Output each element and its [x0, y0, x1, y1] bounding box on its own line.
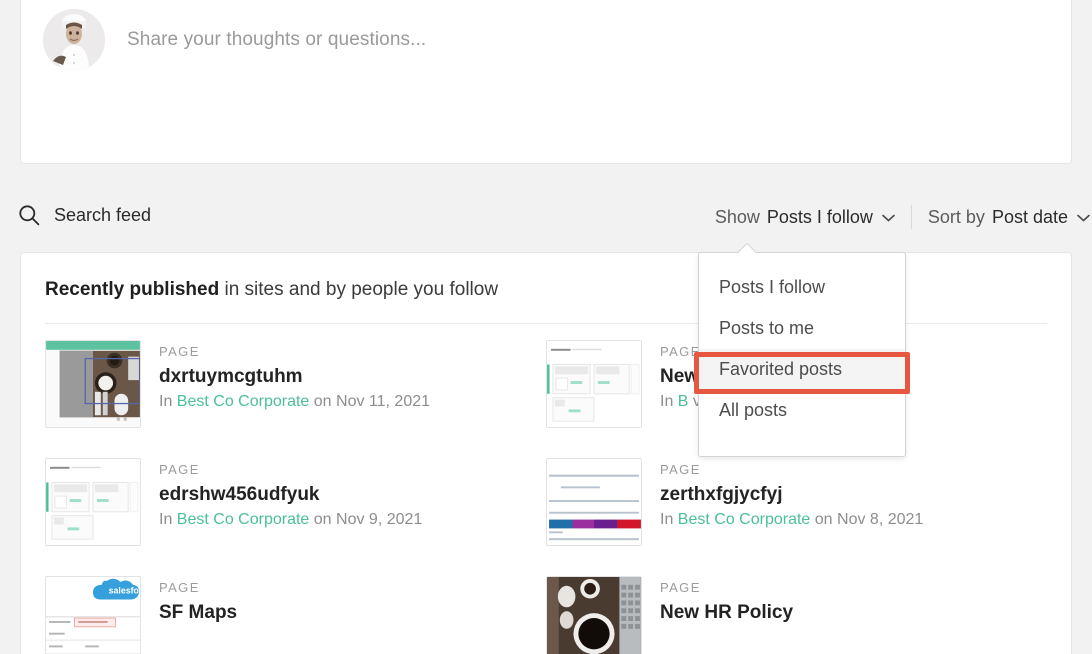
feed-item-kicker: PAGE: [159, 580, 200, 595]
feed-item-meta: In Best Co Corporate on Nov 11, 2021: [159, 393, 430, 411]
show-filter-dropdown[interactable]: Posts I follow Posts to me Favorited pos…: [698, 252, 906, 457]
feed-item-text: PAGE New HR Policy: [660, 576, 793, 629]
feed-item[interactable]: salesfor PAGE SF Maps: [45, 560, 546, 654]
chevron-down-icon[interactable]: [1077, 214, 1090, 222]
chevron-down-icon[interactable]: [882, 214, 895, 222]
feed-item-meta: In Best Co Corporate on Nov 9, 2021: [159, 511, 422, 529]
dropdown-item-posts-to-me[interactable]: Posts to me: [699, 308, 905, 349]
show-filter[interactable]: Show Posts I follow: [715, 207, 895, 228]
feed-item-meta: In Best Co Corporate on Nov 8, 2021: [660, 511, 923, 529]
feed-item-site-link[interactable]: Best Co Corporate: [177, 511, 310, 528]
coffee-desk-page-thumb[interactable]: [45, 340, 141, 428]
feed-item-meta-prefix: In: [660, 511, 674, 528]
wireframe-page-thumb[interactable]: [546, 340, 642, 428]
feed-toolbar: Search feed Show Posts I follow Sort by …: [0, 200, 1092, 242]
sort-filter[interactable]: Sort by Post date: [928, 207, 1090, 228]
feed-item-kicker: PAGE: [660, 462, 701, 477]
salesforce-page-thumb[interactable]: salesfor: [45, 576, 141, 654]
search-feed-control[interactable]: Search feed: [18, 204, 151, 226]
feed-item-title[interactable]: zerthxfgjycfyj: [660, 484, 923, 506]
feed-item-kicker: PAGE: [159, 462, 200, 477]
feed-item-title[interactable]: New HR Policy: [660, 602, 793, 624]
feed-item-title[interactable]: edrshw456udfyuk: [159, 484, 422, 506]
feed-item-title[interactable]: SF Maps: [159, 602, 237, 624]
feed-item[interactable]: PAGE edrshw456udfyuk In Best Co Corporat…: [45, 442, 546, 560]
feed-item-site-link[interactable]: Best Co Corporate: [678, 511, 811, 528]
feed-item-meta-mid: on: [313, 393, 332, 410]
feed-item-date: Nov 11, 2021: [336, 393, 431, 410]
coffee-laptop-page-thumb[interactable]: [546, 576, 642, 654]
feed-item-meta-prefix: In: [159, 393, 173, 410]
sort-filter-label: Sort by: [927, 206, 985, 227]
search-icon: [18, 204, 40, 226]
composer-placeholder[interactable]: Share your thoughts or questions...: [127, 29, 426, 51]
feed-item-meta-prefix: In: [660, 393, 674, 410]
feed-item-grid: PAGE dxrtuymcgtuhm In Best Co Corporate …: [21, 324, 1071, 654]
feed-item[interactable]: PAGE zerthxfgjycfyj In Best Co Corporate…: [546, 442, 1047, 560]
dropdown-item-all-posts[interactable]: All posts: [699, 390, 905, 431]
wireframe-page-thumb[interactable]: [45, 458, 141, 546]
feed-item-meta-prefix: In: [159, 511, 173, 528]
post-composer-card: Share your thoughts or questions...: [20, 0, 1072, 164]
feed-item-text: PAGE SF Maps: [159, 576, 237, 629]
feed-item[interactable]: PAGE dxrtuymcgtuhm In Best Co Corporate …: [45, 324, 546, 442]
feed-item-text: PAGE edrshw456udfyuk In Best Co Corporat…: [159, 458, 422, 529]
feed-item-kicker: PAGE: [159, 344, 200, 359]
feed-item-meta-mid: on: [313, 511, 332, 528]
dropdown-list: Posts I follow Posts to me Favorited pos…: [699, 253, 905, 443]
dropdown-item-favorited-posts[interactable]: Favorited posts: [699, 349, 905, 390]
show-filter-label: Show: [714, 206, 760, 227]
sort-filter-value[interactable]: Post date: [992, 207, 1068, 228]
feed-card: Recently published in sites and by peopl…: [20, 252, 1072, 654]
feed-item-date: Nov 9, 2021: [336, 511, 423, 528]
feed-item-site-link[interactable]: B: [678, 393, 689, 410]
color-swatches-page-thumb[interactable]: [546, 458, 642, 546]
feed-item-meta-mid: on: [814, 511, 833, 528]
filter-divider: [910, 205, 912, 229]
dropdown-item-posts-i-follow[interactable]: Posts I follow: [699, 267, 905, 308]
feed-page: Share your thoughts or questions... Sear…: [0, 0, 1092, 654]
feed-item-title[interactable]: dxrtuymcgtuhm: [159, 366, 430, 388]
dropdown-pointer-arrow: [737, 243, 757, 253]
feed-item[interactable]: PAGE New HR Policy: [546, 560, 1047, 654]
feed-filters: Show Posts I follow Sort by Post date: [715, 205, 1090, 229]
feed-heading-bold: Recently published: [45, 279, 220, 300]
feed-item-text: PAGE dxrtuymcgtuhm In Best Co Corporate …: [159, 340, 430, 411]
search-input[interactable]: Search feed: [54, 205, 151, 226]
feed-heading: Recently published in sites and by peopl…: [21, 253, 1071, 301]
feed-item-site-link[interactable]: Best Co Corporate: [177, 393, 310, 410]
user-avatar[interactable]: [43, 9, 105, 71]
composer-row[interactable]: Share your thoughts or questions...: [21, 0, 1071, 89]
feed-item-kicker: PAGE: [660, 580, 701, 595]
show-filter-value[interactable]: Posts I follow: [767, 207, 873, 228]
feed-item-date: Nov 8, 2021: [837, 511, 924, 528]
svg-text:salesfor: salesfor: [109, 586, 140, 596]
feed-item-text: PAGE zerthxfgjycfyj In Best Co Corporate…: [660, 458, 923, 529]
feed-heading-rest: in sites and by people you follow: [219, 279, 499, 300]
